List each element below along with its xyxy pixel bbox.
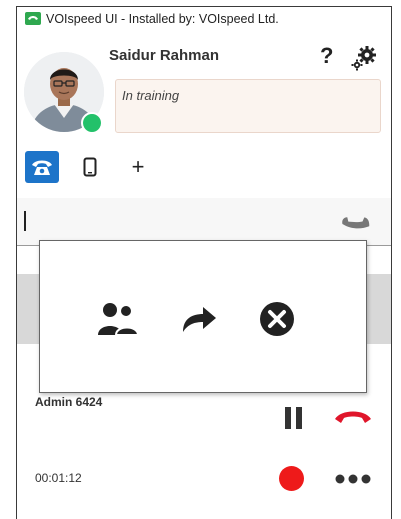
dial-input[interactable] [17,198,391,246]
text-cursor [24,211,26,231]
phone-icon [32,160,52,175]
presence-status-icon [81,112,103,134]
mobile-icon [83,157,97,177]
pause-icon [285,407,302,429]
user-name: Saidur Rahman [109,47,220,64]
status-message-field[interactable]: In training [115,79,381,133]
record-button[interactable] [279,466,304,491]
app-window: VOIspeed UI - Installed by: VOIspeed Ltd… [16,6,392,519]
call-timer: 00:01:12 [35,471,82,485]
app-logo-icon [25,12,41,25]
tab-add[interactable]: + [121,151,155,183]
more-options-icon[interactable] [334,472,372,484]
window-title: VOIspeed UI - Installed by: VOIspeed Ltd… [46,12,279,26]
hold-button[interactable] [281,405,307,431]
tab-mobile[interactable] [73,151,107,183]
cancel-icon [260,302,294,336]
call-action-popup [39,240,367,393]
title-bar: VOIspeed UI - Installed by: VOIspeed Ltd… [17,7,391,33]
call-party-label: Admin 6424 [35,395,103,409]
settings-gear-icon[interactable] [350,44,378,72]
conference-icon [98,303,140,336]
transfer-button[interactable] [177,299,221,339]
hang-up-icon [335,411,371,423]
help-button[interactable]: ? [320,43,333,69]
dial-call-icon[interactable] [342,209,370,237]
cancel-button[interactable] [255,299,299,339]
transfer-icon [183,307,216,332]
conference-button[interactable] [96,299,140,339]
tab-desk-phone[interactable] [25,151,59,183]
hang-up-button[interactable] [333,407,373,431]
